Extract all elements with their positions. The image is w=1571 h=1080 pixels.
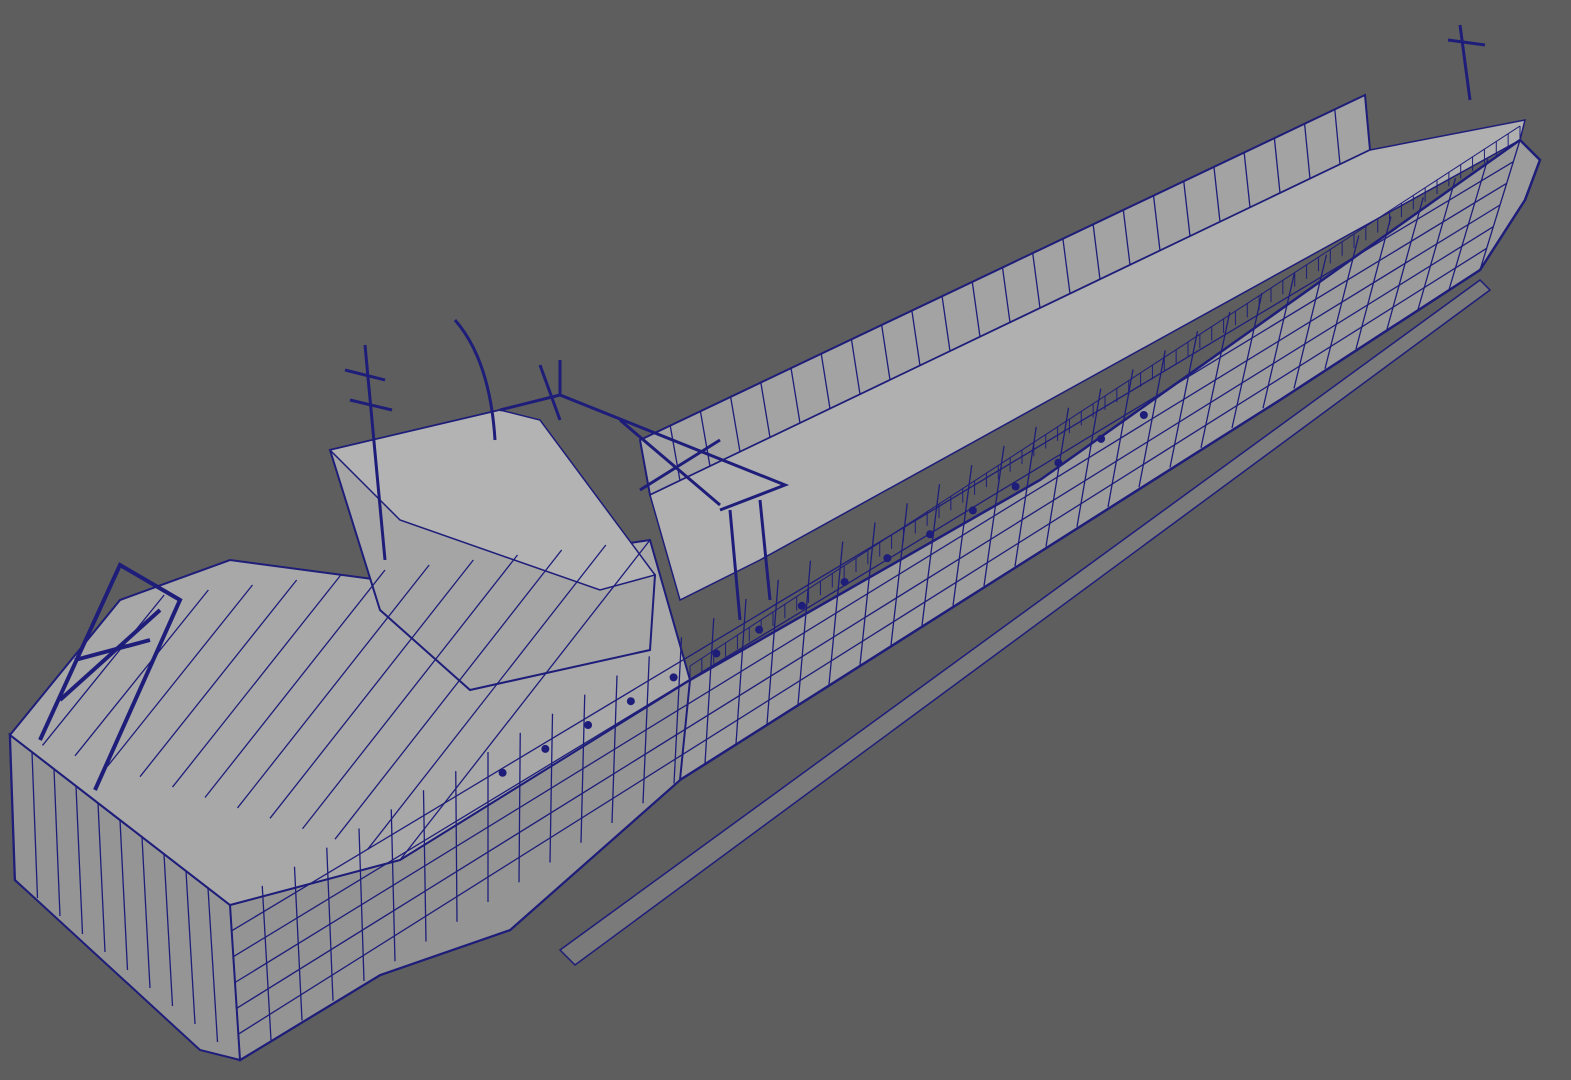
porthole [541, 744, 550, 753]
porthole [755, 625, 764, 634]
porthole [584, 721, 593, 730]
porthole [1139, 411, 1148, 420]
porthole [498, 768, 507, 777]
3d-viewport[interactable] [0, 0, 1571, 1080]
porthole [669, 673, 678, 682]
porthole [1011, 482, 1020, 491]
porthole [797, 601, 806, 610]
porthole [883, 554, 892, 563]
porthole [1054, 458, 1063, 467]
porthole [1097, 434, 1106, 443]
porthole [968, 506, 977, 515]
ship-wireframe-model[interactable] [0, 0, 1571, 1080]
porthole [926, 530, 935, 539]
porthole [626, 697, 635, 706]
